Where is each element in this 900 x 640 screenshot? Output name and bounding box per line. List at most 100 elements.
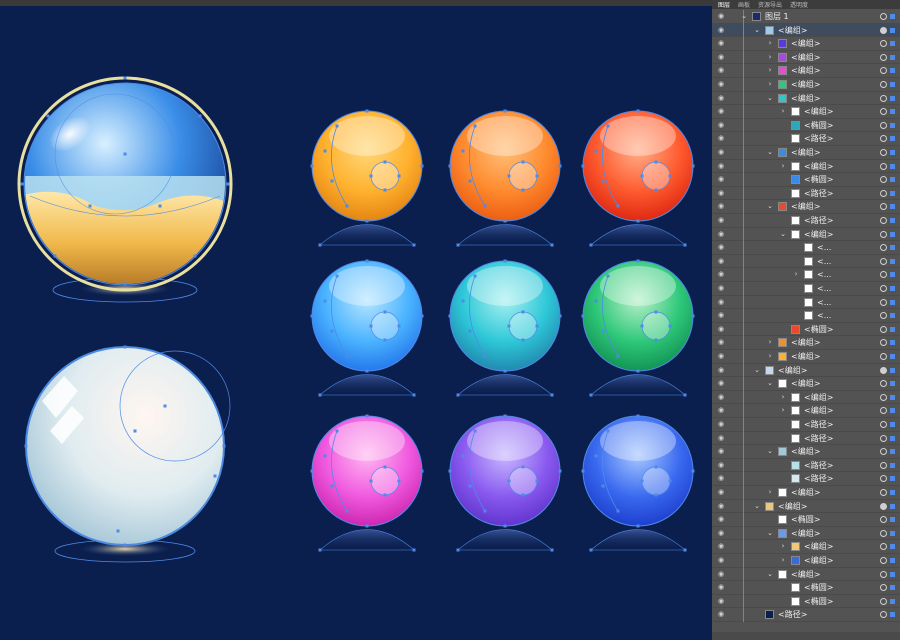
- layer-name[interactable]: <...: [817, 310, 831, 322]
- layer-name[interactable]: <...: [817, 269, 831, 281]
- selection-indicator[interactable]: [890, 585, 895, 591]
- layer-name[interactable]: <编组>: [791, 337, 820, 349]
- visibility-eye-icon[interactable]: ◉: [718, 26, 726, 33]
- visibility-eye-icon[interactable]: ◉: [718, 393, 726, 400]
- target-circle-icon[interactable]: [880, 366, 887, 374]
- layer-name[interactable]: <编组>: [791, 446, 820, 458]
- target-circle-icon[interactable]: [880, 230, 887, 238]
- visibility-eye-icon[interactable]: ◉: [718, 529, 726, 536]
- visibility-eye-icon[interactable]: ◉: [718, 149, 726, 156]
- target-circle-icon[interactable]: [880, 271, 887, 279]
- selection-indicator[interactable]: [890, 245, 895, 251]
- layer-row[interactable]: ◉ <椭圆>: [712, 322, 900, 337]
- layer-row[interactable]: ◉ ⌄ <编组>: [712, 23, 900, 38]
- layer-name[interactable]: <路径>: [778, 609, 807, 621]
- visibility-eye-icon[interactable]: ◉: [718, 489, 726, 496]
- expand-chevron-icon[interactable]: ›: [766, 53, 774, 62]
- layer-row[interactable]: ◉ <路径>: [712, 431, 900, 446]
- visibility-eye-icon[interactable]: ◉: [718, 584, 726, 591]
- visibility-eye-icon[interactable]: ◉: [718, 244, 726, 251]
- layer-row[interactable]: ◉ <路径>: [712, 132, 900, 146]
- visibility-eye-icon[interactable]: ◉: [718, 407, 726, 414]
- target-circle-icon[interactable]: [880, 13, 887, 20]
- layer-name[interactable]: <编组>: [804, 229, 833, 241]
- collapse-chevron-icon[interactable]: ⌄: [753, 502, 761, 511]
- layer-row[interactable]: ◉ › <编组>: [712, 78, 900, 92]
- visibility-eye-icon[interactable]: ◉: [718, 353, 726, 360]
- visibility-eye-icon[interactable]: ◉: [718, 366, 726, 373]
- selection-indicator[interactable]: [890, 258, 895, 264]
- collapse-chevron-icon[interactable]: ⌄: [753, 366, 761, 375]
- layer-name[interactable]: <椭圆>: [804, 174, 833, 186]
- layer-row[interactable]: ◉ <...: [712, 254, 900, 269]
- layer-name[interactable]: <编组>: [804, 555, 833, 567]
- target-circle-icon[interactable]: [880, 67, 887, 75]
- expand-chevron-icon[interactable]: ›: [779, 406, 787, 415]
- tab-artboards[interactable]: 画板: [738, 0, 750, 9]
- visibility-eye-icon[interactable]: ◉: [718, 502, 726, 509]
- collapse-chevron-icon[interactable]: ⌄: [766, 202, 774, 211]
- visibility-eye-icon[interactable]: ◉: [718, 257, 726, 264]
- layer-name[interactable]: <编组>: [804, 161, 833, 173]
- layer-name[interactable]: <编组>: [804, 405, 833, 417]
- layer-name[interactable]: <编组>: [791, 147, 820, 159]
- target-circle-icon[interactable]: [880, 312, 887, 320]
- target-circle-icon[interactable]: [880, 380, 887, 388]
- selection-indicator[interactable]: [890, 462, 895, 468]
- expand-chevron-icon[interactable]: ›: [766, 66, 774, 75]
- visibility-eye-icon[interactable]: ◉: [718, 230, 726, 237]
- expand-chevron-icon[interactable]: ›: [779, 162, 787, 171]
- target-circle-icon[interactable]: [880, 217, 887, 224]
- collapse-chevron-icon[interactable]: ⌄: [766, 379, 774, 388]
- selection-indicator[interactable]: [890, 354, 895, 359]
- target-circle-icon[interactable]: [880, 570, 887, 578]
- layer-name[interactable]: <编组>: [778, 365, 807, 377]
- selection-indicator[interactable]: [890, 408, 895, 414]
- collapse-chevron-icon[interactable]: ⌄: [766, 94, 774, 103]
- target-circle-icon[interactable]: [880, 325, 887, 333]
- target-circle-icon[interactable]: [880, 257, 887, 265]
- visibility-eye-icon[interactable]: ◉: [718, 271, 726, 278]
- collapse-chevron-icon[interactable]: ⌄: [766, 570, 774, 579]
- layer-row[interactable]: ◉ <路径>: [712, 186, 900, 201]
- expand-chevron-icon[interactable]: ›: [766, 39, 774, 48]
- target-circle-icon[interactable]: [880, 121, 887, 129]
- visibility-eye-icon[interactable]: ◉: [718, 475, 726, 482]
- selection-indicator[interactable]: [890, 54, 895, 60]
- selection-indicator[interactable]: [890, 598, 895, 604]
- visibility-eye-icon[interactable]: ◉: [718, 516, 726, 523]
- layer-row[interactable]: ◉ ⌄ <编组>: [712, 146, 900, 160]
- target-circle-icon[interactable]: [880, 597, 887, 605]
- layer-row[interactable]: ◉ ⌄ <编组>: [712, 499, 900, 514]
- layer-name[interactable]: <编组>: [791, 378, 820, 390]
- layer-name[interactable]: <编组>: [791, 65, 820, 77]
- tab-asset-export[interactable]: 资源导出: [758, 0, 782, 9]
- selection-indicator[interactable]: [890, 422, 895, 427]
- selection-indicator[interactable]: [890, 95, 895, 101]
- layer-name[interactable]: <路径>: [804, 188, 833, 200]
- layer-row[interactable]: ◉ <椭圆>: [712, 581, 900, 595]
- selection-indicator[interactable]: [890, 122, 895, 128]
- visibility-eye-icon[interactable]: ◉: [718, 203, 726, 210]
- layer-name[interactable]: <椭圆>: [804, 596, 833, 608]
- selection-indicator[interactable]: [890, 449, 895, 455]
- collapse-chevron-icon[interactable]: ⌄: [766, 447, 774, 456]
- visibility-eye-icon[interactable]: ◉: [718, 94, 726, 101]
- expand-chevron-icon[interactable]: ›: [766, 80, 774, 89]
- target-circle-icon[interactable]: [880, 475, 887, 483]
- layer-name[interactable]: <椭圆>: [804, 120, 833, 132]
- target-circle-icon[interactable]: [880, 557, 887, 564]
- expand-chevron-icon[interactable]: ›: [779, 393, 787, 402]
- layer-row[interactable]: ◉ › <编组>: [712, 554, 900, 568]
- visibility-eye-icon[interactable]: ◉: [718, 461, 726, 468]
- tab-transparency[interactable]: 透明度: [790, 0, 808, 9]
- visibility-eye-icon[interactable]: ◉: [718, 189, 726, 196]
- layer-name[interactable]: <椭圆>: [791, 514, 820, 526]
- visibility-eye-icon[interactable]: ◉: [718, 325, 726, 332]
- selection-indicator[interactable]: [890, 41, 895, 47]
- visibility-eye-icon[interactable]: ◉: [718, 421, 726, 428]
- visibility-eye-icon[interactable]: ◉: [718, 312, 726, 319]
- layer-row[interactable]: ◉ ⌄ <编组>: [712, 200, 900, 214]
- layer-row[interactable]: ◉ <路径>: [712, 458, 900, 473]
- expand-chevron-icon[interactable]: ›: [779, 107, 787, 116]
